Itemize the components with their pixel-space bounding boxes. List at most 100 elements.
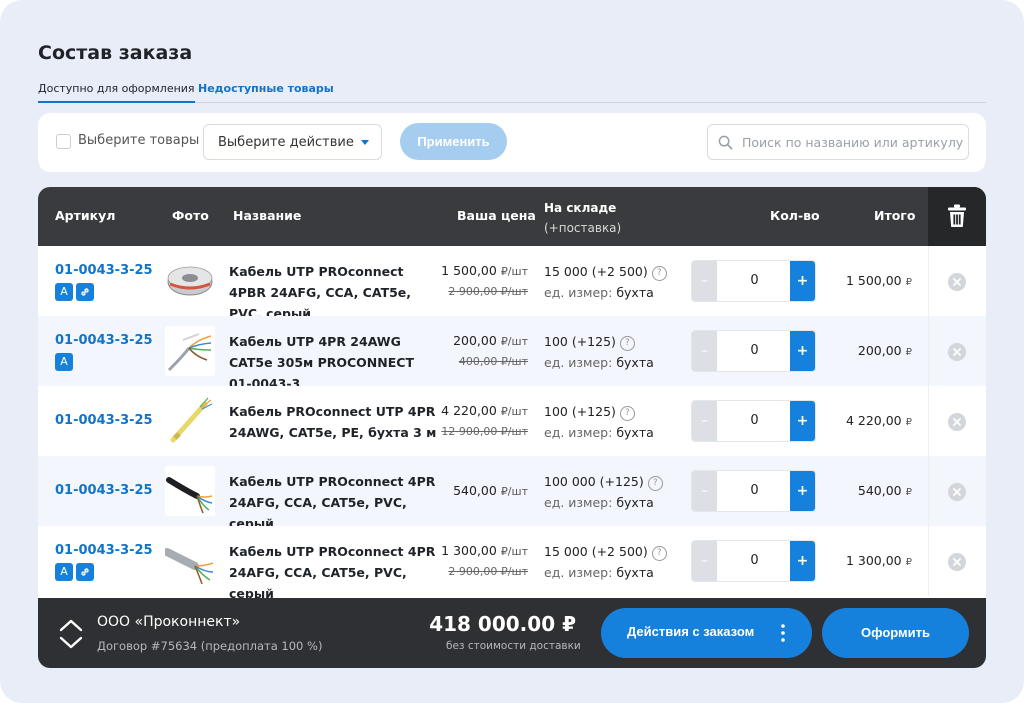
badge-a[interactable]: A [55, 563, 73, 581]
badge-link[interactable] [76, 563, 94, 581]
price-value: 4 220,00 [441, 403, 497, 418]
product-name[interactable]: Кабель UTP PROconnect 4PR 24AFG, CCA, CA… [229, 471, 439, 534]
quantity-input[interactable]: 0 [717, 331, 792, 371]
header-name: Название [233, 208, 302, 223]
chevron-up-down-icon[interactable] [58, 617, 84, 651]
product-photo[interactable] [165, 466, 215, 516]
product-photo[interactable] [165, 326, 215, 376]
action-select[interactable]: Выберите действие [203, 124, 382, 160]
price: 1 300,00 ₽/шт [441, 543, 528, 558]
action-select-value: Выберите действие [218, 135, 354, 150]
row-total: 200,00 ₽ [858, 343, 912, 358]
quantity-input[interactable]: 0 [717, 471, 792, 511]
quantity-input[interactable]: 0 [717, 261, 792, 301]
increase-button[interactable]: + [790, 331, 815, 371]
tab-unavailable[interactable]: Недоступные товары [198, 82, 334, 95]
price: 1 500,00 ₽/шт [441, 263, 528, 278]
old-price: 2 900,00 ₽/шт [448, 565, 528, 578]
increase-button[interactable]: + [790, 401, 815, 441]
row-total: 1 500,00 ₽ [846, 273, 912, 288]
quantity-input[interactable]: 0 [717, 541, 792, 581]
increase-button[interactable]: + [790, 261, 815, 301]
unit-label: ед. измер: [544, 355, 613, 370]
table-row: 01-0043-3-25 Кабель PROconnect UTP 4PR 2… [38, 386, 986, 456]
unit-value: бухта [616, 495, 654, 510]
increase-button[interactable]: + [790, 541, 815, 581]
old-price: 400,00 ₽/шт [458, 355, 528, 368]
currency: ₽ [905, 347, 912, 358]
header-stock: На складе (+поставка) [544, 198, 621, 238]
help-icon[interactable]: ? [651, 266, 667, 281]
article-badges: A [55, 353, 76, 372]
price: 200,00 ₽/шт [453, 333, 528, 348]
stock: 100 000 (+125)? ед. измер: бухта [544, 471, 663, 513]
table-row: 01-0043-3-25 Кабель UTP PROconnect 4PR 2… [38, 456, 986, 531]
apply-button[interactable]: Применить [400, 123, 507, 160]
header-article: Артикул [55, 208, 116, 223]
search-box [707, 124, 969, 160]
contract-info: Договор #75634 (предоплата 100 %) [97, 639, 323, 653]
stock-value: 15 000 (+2 500) [544, 264, 648, 279]
price-unit: ₽/шт [500, 265, 528, 278]
decrease-button[interactable]: – [692, 331, 717, 371]
badge-link[interactable] [76, 283, 94, 301]
order-actions-button[interactable]: Действия с заказом [601, 608, 812, 658]
stock-value: 100 (+125) [544, 404, 616, 419]
remove-circle-icon[interactable] [948, 483, 966, 501]
article-link[interactable]: 01-0043-3-25 [55, 333, 153, 348]
article-link[interactable]: 01-0043-3-25 [55, 543, 153, 558]
unit-label: ед. измер: [544, 425, 613, 440]
select-all-checkbox[interactable] [56, 134, 71, 149]
quantity-stepper: – 0 + [691, 260, 816, 302]
remove-row-cell [928, 316, 986, 386]
decrease-button[interactable]: – [692, 261, 717, 301]
article-link[interactable]: 01-0043-3-25 [55, 263, 153, 278]
decrease-button[interactable]: – [692, 471, 717, 511]
remove-circle-icon[interactable] [948, 553, 966, 571]
badge-a[interactable]: A [55, 353, 73, 371]
help-icon[interactable]: ? [651, 546, 667, 561]
decrease-button[interactable]: – [692, 541, 717, 581]
remove-circle-icon[interactable] [948, 273, 966, 291]
unit-value: бухта [616, 425, 654, 440]
help-icon[interactable]: ? [619, 406, 635, 421]
table-row: 01-0043-3-25 A Кабель UTP PROconnect 4PR… [38, 526, 986, 601]
article-link[interactable]: 01-0043-3-25 [55, 413, 153, 428]
currency: ₽ [905, 277, 912, 288]
quantity-input[interactable]: 0 [717, 401, 792, 441]
stock-value: 100 (+125) [544, 334, 616, 349]
increase-button[interactable]: + [790, 471, 815, 511]
remove-circle-icon[interactable] [948, 413, 966, 431]
help-icon[interactable]: ? [647, 476, 663, 491]
price-value: 1 500,00 [441, 263, 497, 278]
badge-a[interactable]: A [55, 283, 73, 301]
page-frame: Состав заказа Доступно для оформления Не… [0, 0, 1024, 703]
decrease-button[interactable]: – [692, 401, 717, 441]
product-photo[interactable] [165, 396, 215, 446]
row-total-value: 4 220,00 [845, 413, 902, 428]
checkout-button[interactable]: Оформить [822, 608, 969, 658]
search-input[interactable] [742, 125, 966, 159]
select-all-label[interactable]: Выберите товары [78, 133, 199, 148]
row-total-value: 1 500,00 [845, 273, 902, 288]
price-unit: ₽/шт [500, 335, 528, 348]
product-name[interactable]: Кабель UTP PROconnect 4PR 24AFG, CCA, CA… [229, 541, 439, 604]
toolbar: Выберите товары Выберите действие Примен… [38, 113, 986, 172]
tab-available[interactable]: Доступно для оформления [38, 82, 195, 103]
row-total: 1 300,00 ₽ [846, 553, 912, 568]
remove-circle-icon[interactable] [948, 343, 966, 361]
product-name[interactable]: Кабель UTP 4PR 24AWG CAT5e 305м PROCONNE… [229, 331, 439, 394]
chevron-down-icon [361, 140, 369, 145]
product-name[interactable]: Кабель PROconnect UTP 4PR 24AWG, CAT5e, … [229, 401, 439, 443]
order-sum: 418 000.00 ₽ [429, 612, 576, 636]
stock-value: 100 000 (+125) [544, 474, 644, 489]
help-icon[interactable]: ? [619, 336, 635, 351]
article-link[interactable]: 01-0043-3-25 [55, 483, 153, 498]
table-header: Артикул Фото Название Ваша цена На склад… [38, 187, 986, 246]
delete-all-button[interactable] [928, 187, 986, 246]
product-photo[interactable] [165, 536, 215, 586]
product-name[interactable]: Кабель UTP PROconnect 4PBR 24AFG, CCA, C… [229, 261, 439, 324]
currency: ₽ [905, 557, 912, 568]
article-badges: A [55, 283, 97, 302]
product-photo[interactable] [165, 256, 215, 306]
